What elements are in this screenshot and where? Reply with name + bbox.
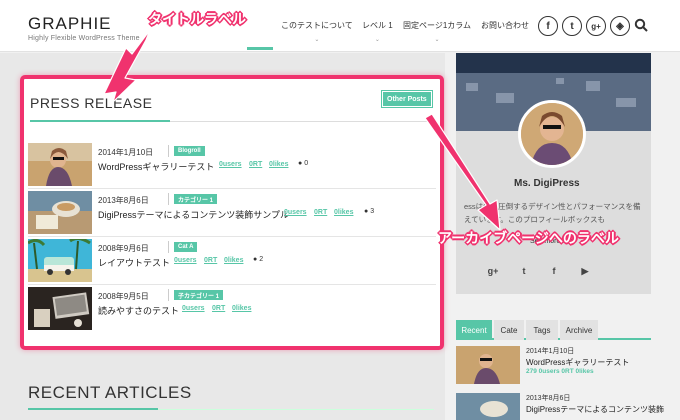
annotation-title-label: タイトルラベル — [148, 11, 246, 27]
annotation-archive-label: アーカイブページへのラベル — [438, 230, 619, 246]
annotation-arrows — [103, 29, 501, 231]
